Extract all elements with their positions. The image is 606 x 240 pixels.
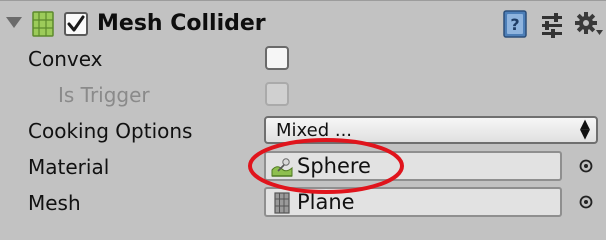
convex-checkbox[interactable] bbox=[265, 46, 289, 70]
convex-row: Convex bbox=[0, 41, 606, 77]
mesh-row: Mesh Plane bbox=[0, 185, 606, 221]
cooking-options-row: Cooking Options Mixed ... ▲ ▼ bbox=[0, 113, 606, 149]
inspector-panel: Mesh Collider ? Convex Is Trigger Cookin… bbox=[0, 0, 606, 234]
cooking-options-dropdown[interactable]: Mixed ... ▲ ▼ bbox=[264, 116, 598, 144]
convex-label: Convex bbox=[28, 47, 103, 71]
material-row: Material Sphere bbox=[0, 149, 606, 185]
object-picker-icon[interactable] bbox=[578, 158, 594, 174]
material-label: Material bbox=[28, 155, 110, 179]
mesh-value: Plane bbox=[297, 190, 355, 214]
presets-icon[interactable] bbox=[540, 12, 564, 38]
object-picker-icon[interactable] bbox=[578, 194, 594, 210]
cooking-options-value: Mixed ... bbox=[276, 120, 353, 141]
mesh-object-field[interactable]: Plane bbox=[264, 187, 562, 217]
checkmark-icon bbox=[67, 15, 85, 32]
is-trigger-checkbox bbox=[265, 82, 289, 106]
material-value: Sphere bbox=[297, 154, 371, 178]
component-title: Mesh Collider bbox=[97, 11, 266, 36]
material-object-field[interactable]: Sphere bbox=[264, 151, 562, 181]
foldout-arrow-icon[interactable] bbox=[6, 17, 22, 28]
physic-material-icon bbox=[271, 158, 293, 177]
is-trigger-label: Is Trigger bbox=[58, 83, 150, 107]
mesh-label: Mesh bbox=[28, 191, 81, 215]
mesh-icon bbox=[274, 192, 290, 214]
mesh-collider-icon bbox=[32, 11, 54, 37]
is-trigger-row: Is Trigger bbox=[0, 77, 606, 113]
gear-icon[interactable] bbox=[574, 11, 604, 39]
dropdown-arrows-icon: ▲ ▼ bbox=[580, 117, 590, 142]
component-enabled-checkbox[interactable] bbox=[64, 12, 88, 36]
help-icon[interactable]: ? bbox=[502, 10, 528, 38]
cooking-options-label: Cooking Options bbox=[28, 119, 193, 143]
svg-text:?: ? bbox=[510, 15, 519, 34]
